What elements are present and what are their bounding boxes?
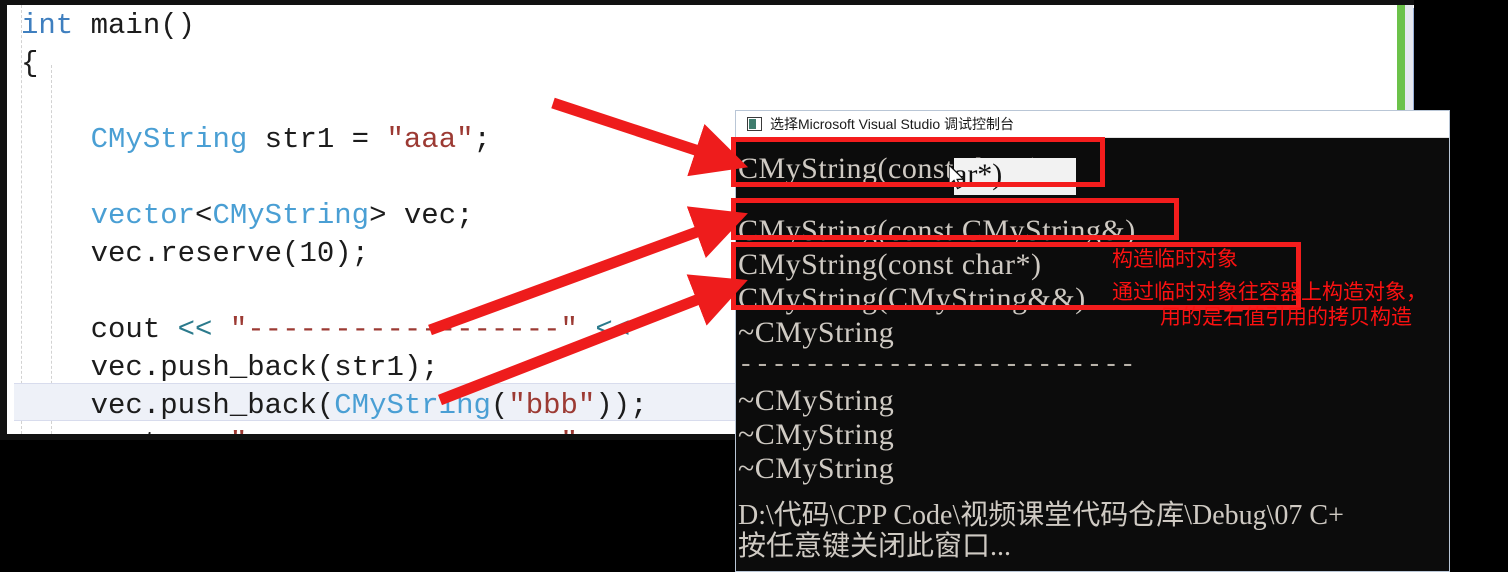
code-token: << [178, 427, 213, 434]
console-title-text: 选择Microsoft Visual Studio 调试控制台 [770, 116, 1015, 132]
console-output-line: ~CMyString [738, 384, 895, 417]
code-line: { [21, 45, 38, 83]
code-token: "bbb" [508, 389, 596, 422]
code-token: vector [90, 199, 196, 232]
code-line: cout << "------------------" << [21, 425, 631, 434]
code-token: vec.reserve(10); [21, 237, 370, 270]
code-token: > vec; [369, 199, 474, 232]
code-token: "aaa" [386, 123, 474, 156]
code-token: cout [21, 313, 178, 346]
code-line: cout << "------------------" << [21, 311, 631, 349]
console-output-line: ~CMyString [738, 452, 895, 485]
code-token: CMyString [90, 123, 248, 156]
console-prompt-line: 按任意键关闭此窗口... [738, 531, 1012, 562]
console-output-line: ~CMyString [738, 316, 895, 349]
code-token: cout [21, 427, 178, 434]
code-line: vec.push_back(CMyString("bbb")); [21, 387, 648, 425]
console-titlebar[interactable]: 选择Microsoft Visual Studio 调试控制台 [736, 111, 1449, 138]
code-line: int main() [21, 7, 195, 45]
code-token: str1 = [247, 123, 387, 156]
code-token: << [595, 313, 631, 346]
code-token: vec.push_back( [21, 389, 335, 422]
code-token: ( [490, 389, 509, 422]
code-token: << [177, 313, 213, 346]
code-token: )); [595, 389, 648, 422]
code-token: { [21, 47, 39, 80]
code-token: CMyString [334, 389, 491, 422]
annotation-note-1: 构造临时对象 [1112, 248, 1238, 271]
highlight-box-ctor-char [731, 137, 1105, 187]
code-token: << [595, 427, 630, 434]
console-app-icon [747, 117, 762, 131]
code-token: < [195, 199, 213, 232]
annotation-note-2a: 通过临时对象往容器上构造对象， [1112, 281, 1427, 304]
console-path-line: D:\代码\CPP Code\视频课堂代码仓库\Debug\07 C+ [738, 500, 1344, 531]
change-indicator-bar [1397, 5, 1405, 117]
annotation-note-2b: 用的是右值引用的拷贝构造 [1160, 306, 1412, 329]
console-output-line: ~CMyString [738, 418, 895, 451]
code-token: vec.push_back(str1); [21, 351, 439, 384]
screenshot-root: int main(){ CMyString str1 = "aaa"; vect… [0, 0, 1508, 572]
code-token: main() [73, 9, 196, 42]
code-line: vec.push_back(str1); [21, 349, 439, 387]
code-token: int [21, 9, 74, 42]
code-line: vec.reserve(10); [21, 235, 369, 273]
highlight-box-copy-ctor [731, 198, 1179, 240]
code-line: vector<CMyString> vec; [21, 197, 474, 235]
console-separator: ------------------------ [738, 350, 1137, 380]
code-token: "------------------" [230, 427, 578, 434]
scrollbar-thumb[interactable] [1413, 8, 1414, 116]
code-line: CMyString str1 = "aaa"; [21, 121, 491, 159]
code-token: CMyString [212, 199, 370, 232]
code-token: ; [473, 123, 491, 156]
code-token: "------------------" [229, 313, 578, 346]
scrollbar-track[interactable] [1405, 5, 1413, 117]
